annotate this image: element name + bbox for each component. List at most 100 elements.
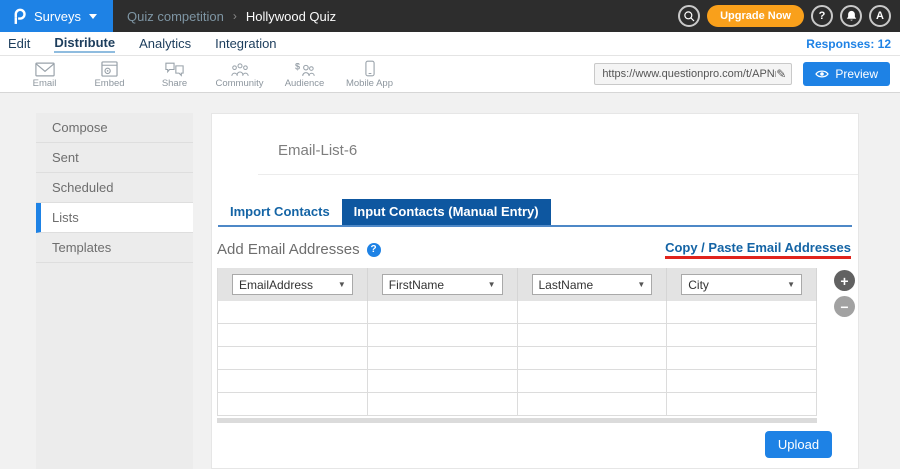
- table-cell[interactable]: [667, 301, 817, 323]
- nav-item-integration[interactable]: Integration: [215, 36, 276, 52]
- svg-text:$: $: [295, 61, 300, 71]
- row-controls: + −: [834, 270, 855, 317]
- notifications-button[interactable]: [840, 5, 862, 27]
- table-cell[interactable]: [667, 347, 817, 369]
- table-cell[interactable]: [368, 324, 518, 346]
- column-select-emailaddress[interactable]: EmailAddress ▼: [232, 274, 353, 295]
- chevron-down-icon: ▼: [338, 280, 346, 289]
- channel-audience[interactable]: $ Audience: [272, 60, 337, 89]
- avatar[interactable]: A: [869, 5, 891, 27]
- page-content: Compose Sent Scheduled Lists Templates E…: [0, 93, 900, 469]
- edit-url-icon[interactable]: ✎: [776, 67, 786, 81]
- survey-url-value: https://www.questionpro.com/t/APNrFZ: [602, 68, 776, 80]
- title-divider: [258, 174, 858, 175]
- embed-icon: [101, 60, 118, 77]
- table-cell[interactable]: [667, 324, 817, 346]
- bell-icon: [846, 10, 857, 22]
- chevron-down-icon: ▼: [488, 280, 496, 289]
- sidebar-item-scheduled[interactable]: Scheduled: [36, 173, 193, 203]
- table-cell[interactable]: [518, 301, 668, 323]
- breadcrumb-parent[interactable]: Quiz competition: [127, 9, 224, 24]
- remove-row-button[interactable]: −: [834, 296, 855, 317]
- column-select-lastname[interactable]: LastName ▼: [532, 274, 653, 295]
- distribute-toolbar: Email Embed Share: [0, 55, 900, 93]
- eye-icon: [815, 69, 829, 79]
- email-sidebar: Compose Sent Scheduled Lists Templates: [36, 113, 193, 469]
- survey-url-field[interactable]: https://www.questionpro.com/t/APNrFZ ✎: [594, 63, 792, 85]
- table-row: [218, 324, 817, 347]
- upgrade-now-button[interactable]: Upgrade Now: [707, 5, 804, 27]
- search-icon: [683, 10, 695, 22]
- chevron-down-icon: [89, 14, 97, 19]
- column-header-cell: FirstName ▼: [368, 268, 518, 301]
- email-icon: [35, 60, 55, 77]
- column-select-firstname[interactable]: FirstName ▼: [382, 274, 503, 295]
- channel-embed[interactable]: Embed: [77, 60, 142, 89]
- help-question-icon[interactable]: ?: [367, 243, 381, 257]
- channel-community[interactable]: Community: [207, 60, 272, 89]
- sidebar-item-lists[interactable]: Lists: [36, 203, 193, 233]
- table-cell[interactable]: [368, 347, 518, 369]
- table-cell[interactable]: [667, 370, 817, 392]
- channel-mobile-app[interactable]: Mobile App: [337, 60, 402, 89]
- add-emails-header: Add Email Addresses ? Copy / Paste Email…: [217, 240, 851, 259]
- sidebar-item-templates[interactable]: Templates: [36, 233, 193, 263]
- toolbar-right: https://www.questionpro.com/t/APNrFZ ✎ P…: [594, 62, 900, 86]
- mobile-phone-icon: [365, 60, 375, 77]
- add-row-button[interactable]: +: [834, 270, 855, 291]
- tab-input-contacts-manual[interactable]: Input Contacts (Manual Entry): [342, 199, 551, 225]
- tab-import-contacts[interactable]: Import Contacts: [218, 199, 342, 225]
- table-cell[interactable]: [368, 301, 518, 323]
- table-row: [218, 393, 817, 416]
- table-cell[interactable]: [218, 301, 368, 323]
- column-select-city[interactable]: City ▼: [681, 274, 802, 295]
- contacts-table-header: EmailAddress ▼ FirstName ▼ LastName: [218, 268, 817, 301]
- table-cell[interactable]: [218, 393, 368, 415]
- contacts-table-wrap: EmailAddress ▼ FirstName ▼ LastName: [217, 268, 858, 423]
- table-cell[interactable]: [518, 324, 668, 346]
- top-bar: Surveys Quiz competition › Hollywood Qui…: [0, 0, 900, 32]
- help-button[interactable]: ?: [811, 5, 833, 27]
- copy-paste-link[interactable]: Copy / Paste Email Addresses: [665, 240, 851, 259]
- table-cell[interactable]: [218, 347, 368, 369]
- list-title: Email-List-6: [278, 142, 858, 159]
- search-button[interactable]: [678, 5, 700, 27]
- preview-button[interactable]: Preview: [803, 62, 890, 86]
- table-row: [218, 301, 817, 324]
- table-cell[interactable]: [218, 324, 368, 346]
- table-cell[interactable]: [518, 370, 668, 392]
- table-cell[interactable]: [667, 393, 817, 415]
- table-cell[interactable]: [518, 347, 668, 369]
- topbar-actions: Upgrade Now ? A: [678, 5, 900, 27]
- sidebar-item-sent[interactable]: Sent: [36, 143, 193, 173]
- contacts-tabs: Import Contacts Input Contacts (Manual E…: [218, 199, 852, 227]
- column-header-cell: LastName ▼: [518, 268, 668, 301]
- table-row: [218, 370, 817, 393]
- chevron-down-icon: ▼: [787, 280, 795, 289]
- nav-item-distribute[interactable]: Distribute: [54, 35, 115, 53]
- channel-email[interactable]: Email: [12, 60, 77, 89]
- preview-label: Preview: [835, 67, 878, 81]
- upload-button[interactable]: Upload: [765, 431, 832, 458]
- column-header-cell: EmailAddress ▼: [218, 268, 368, 301]
- nav-item-edit[interactable]: Edit: [8, 36, 30, 52]
- nav-item-analytics[interactable]: Analytics: [139, 36, 191, 52]
- survey-nav: Edit Distribute Analytics Integration Re…: [0, 32, 900, 55]
- table-row: [218, 347, 817, 370]
- horizontal-scrollbar[interactable]: [217, 418, 817, 423]
- breadcrumb-current: Hollywood Quiz: [246, 9, 336, 24]
- table-cell[interactable]: [218, 370, 368, 392]
- audience-dollar-people-icon: $: [295, 60, 315, 77]
- table-cell[interactable]: [368, 393, 518, 415]
- channel-share[interactable]: Share: [142, 60, 207, 89]
- responses-count[interactable]: Responses: 12: [806, 37, 891, 51]
- contacts-table-body: [218, 301, 817, 416]
- sidebar-item-compose[interactable]: Compose: [36, 113, 193, 143]
- breadcrumb-separator-icon: ›: [233, 9, 237, 23]
- product-switcher[interactable]: Surveys: [0, 0, 113, 32]
- community-people-icon: [230, 60, 250, 77]
- table-cell[interactable]: [518, 393, 668, 415]
- product-name: Surveys: [34, 9, 81, 24]
- chevron-down-icon: ▼: [637, 280, 645, 289]
- table-cell[interactable]: [368, 370, 518, 392]
